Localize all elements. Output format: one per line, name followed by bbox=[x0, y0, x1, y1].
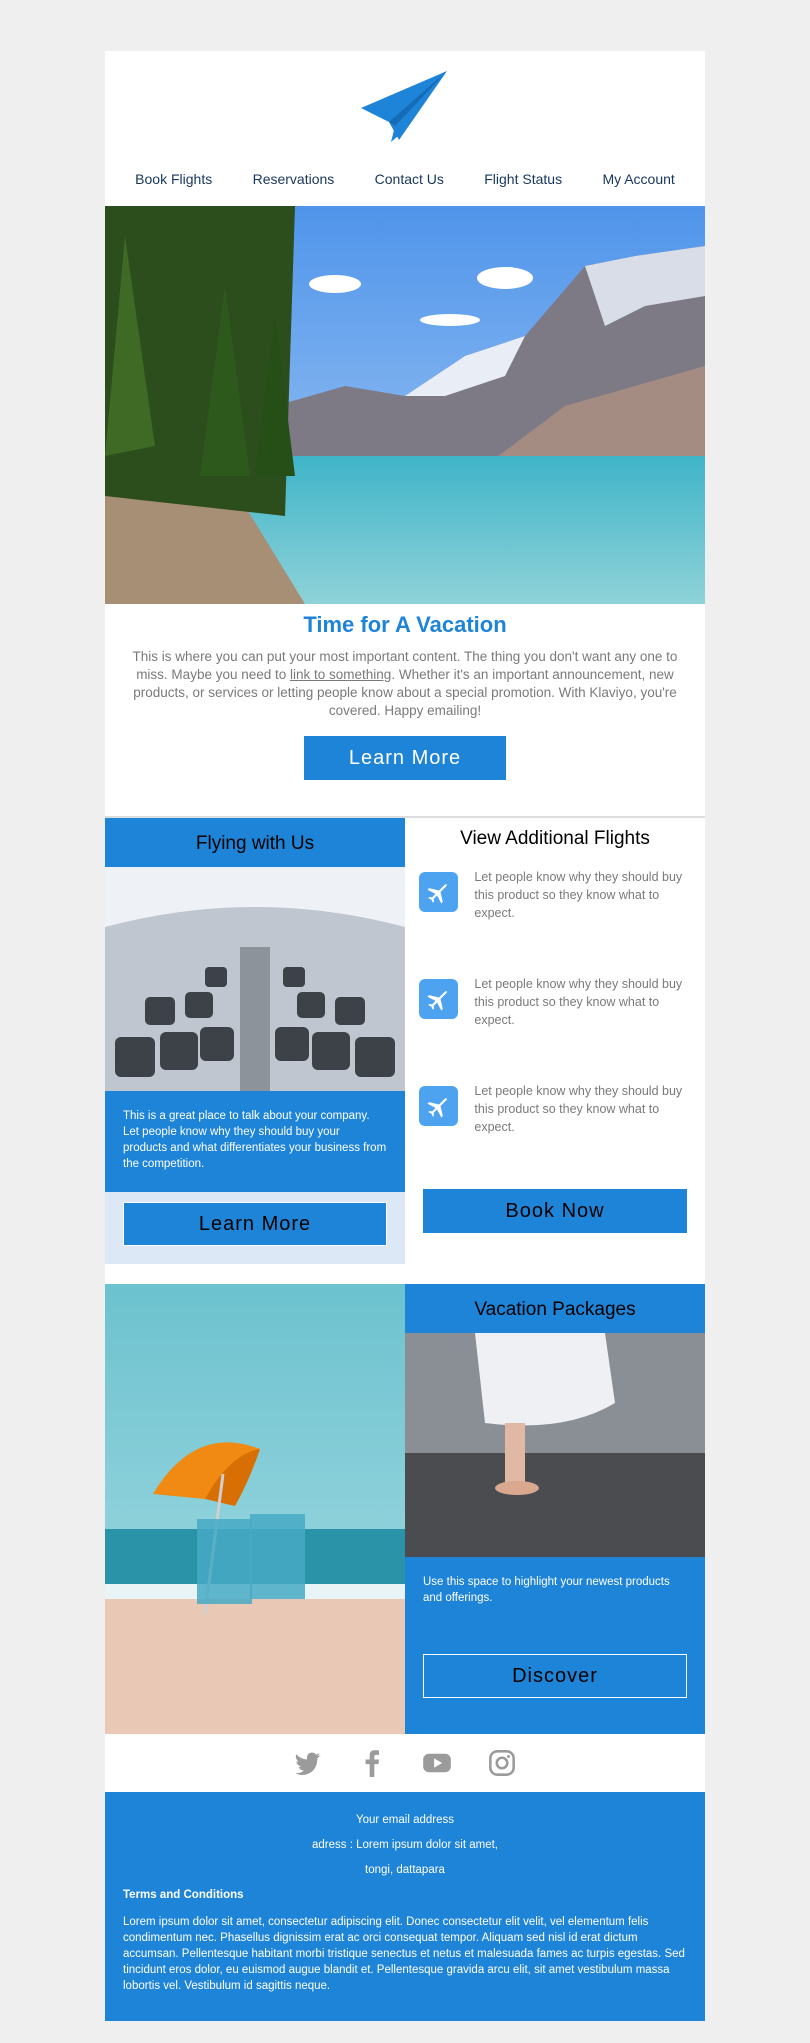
email-header: Book Flights Reservations Contact Us Fli… bbox=[105, 51, 705, 206]
nav-book-flights[interactable]: Book Flights bbox=[135, 171, 212, 187]
youtube-icon[interactable] bbox=[422, 1749, 452, 1777]
footer-address-line1: adress : Lorem ipsum dolor sit amet, bbox=[312, 1839, 498, 1851]
hero-lake-image bbox=[105, 206, 705, 604]
nav-my-account[interactable]: My Account bbox=[602, 171, 674, 187]
airplane-icon bbox=[419, 872, 459, 912]
discover-button[interactable]: Discover bbox=[423, 1654, 687, 1698]
flying-text: This is a great place to talk about your… bbox=[105, 1091, 405, 1192]
packages-text: Use this space to highlight your newest … bbox=[423, 1576, 670, 1604]
packages-title: Vacation Packages bbox=[405, 1284, 705, 1333]
paper-plane-logo-icon[interactable] bbox=[359, 68, 449, 148]
feature-text: Let people know why they should buy this… bbox=[474, 870, 683, 920]
terms-title: Terms and Conditions bbox=[123, 1889, 244, 1901]
footer-email[interactable]: Your email address bbox=[123, 1814, 687, 1826]
airplane-icon bbox=[419, 979, 459, 1019]
nav-contact-us[interactable]: Contact Us bbox=[375, 171, 444, 187]
flights-row: Flying with Us This is a great place to … bbox=[105, 816, 705, 1264]
vacation-packages-column: Vacation Packages Use this space to high… bbox=[405, 1284, 705, 1734]
airplane-cabin-image bbox=[105, 867, 405, 1091]
airplane-icon bbox=[419, 1086, 459, 1126]
email-footer: Your email address adress : Lorem ipsum … bbox=[105, 1792, 705, 2021]
book-now-button[interactable]: Book Now bbox=[423, 1189, 687, 1233]
flying-learn-more-button[interactable]: Learn More bbox=[123, 1202, 387, 1246]
additional-flights-title: View Additional Flights bbox=[460, 828, 650, 849]
feature-text: Let people know why they should buy this… bbox=[474, 1084, 683, 1134]
instagram-icon[interactable] bbox=[488, 1749, 516, 1777]
twitter-icon[interactable] bbox=[294, 1749, 322, 1777]
beach-feet-image bbox=[405, 1333, 705, 1557]
social-links bbox=[105, 1734, 705, 1792]
main-nav: Book Flights Reservations Contact Us Fli… bbox=[105, 171, 705, 187]
nav-reservations[interactable]: Reservations bbox=[253, 171, 335, 187]
beach-umbrella-image bbox=[105, 1284, 405, 1734]
feature-text: Let people know why they should buy this… bbox=[474, 977, 683, 1027]
inline-link[interactable]: link to something bbox=[290, 667, 391, 682]
flying-title: Flying with Us bbox=[105, 818, 405, 867]
nav-flight-status[interactable]: Flight Status bbox=[484, 171, 562, 187]
vacation-text: This is where you can put your most impo… bbox=[132, 649, 678, 718]
feature-item: Let people know why they should buy this… bbox=[405, 975, 705, 1082]
vacation-title: Time for A Vacation bbox=[303, 612, 507, 637]
feature-item: Let people know why they should buy this… bbox=[405, 868, 705, 975]
additional-flights-column: View Additional Flights Let people know … bbox=[405, 818, 705, 1264]
flying-with-us-column: Flying with Us This is a great place to … bbox=[105, 818, 405, 1264]
terms-text: Lorem ipsum dolor sit amet, consectetur … bbox=[123, 1916, 685, 1992]
email-container: Book Flights Reservations Contact Us Fli… bbox=[105, 51, 705, 2021]
feature-item: Let people know why they should buy this… bbox=[405, 1082, 705, 1189]
vacation-section: Time for A Vacation This is where you ca… bbox=[105, 604, 705, 816]
packages-row: Vacation Packages Use this space to high… bbox=[105, 1284, 705, 1734]
learn-more-button[interactable]: Learn More bbox=[304, 736, 506, 780]
footer-address-line2: tongi, dattapara bbox=[365, 1864, 445, 1876]
facebook-icon[interactable] bbox=[358, 1749, 386, 1777]
